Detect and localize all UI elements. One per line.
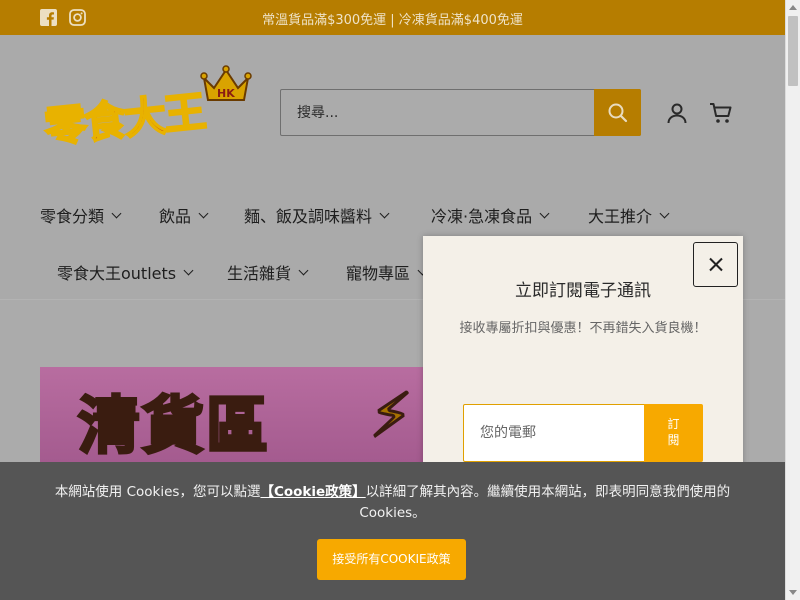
- nav-pets[interactable]: 寵物專區: [346, 260, 428, 284]
- chevron-down-icon: [183, 265, 194, 276]
- nav-label: 冷凍·急凍食品: [431, 207, 533, 226]
- email-field[interactable]: [463, 404, 645, 462]
- shipping-announcement: 常溫貨品滿$300免運 | 冷凍貨品滿$400免運: [262, 13, 523, 28]
- cart-icon: [710, 103, 732, 123]
- subscribe-label: 訂閱: [667, 417, 680, 447]
- chevron-down-icon: [379, 208, 390, 219]
- nav-label: 麵、飯及調味醬料: [244, 207, 373, 226]
- popup-title: 立即訂閱電子通訊: [515, 281, 651, 301]
- page: 常溫貨品滿$300免運 | 冷凍貨品滿$400免運 HK 零食大王 搜尋... …: [0, 0, 785, 600]
- scroll-up-arrow[interactable]: [789, 5, 797, 10]
- site-logo[interactable]: HK 零食大王: [38, 60, 260, 160]
- nav-label: 零食大王outlets: [57, 264, 177, 283]
- cookie-banner: 本網站使用 Cookies，您可以點選【Cookie政策】以詳細了解其內容。繼續…: [0, 462, 785, 600]
- accept-cookies-button[interactable]: 接受所有COOKIE政策: [317, 539, 466, 580]
- nav-household[interactable]: 生活雜貨: [227, 260, 309, 284]
- popup-description: 接收專屬折扣與優惠！不再錯失入貨良機！: [459, 321, 707, 336]
- banner-title: 清貨區: [76, 388, 271, 464]
- lightning-icon: ⚡: [368, 380, 413, 453]
- search-bar: [280, 89, 641, 136]
- newsletter-popup: 立即訂閱電子通訊 接收專屬折扣與優惠！不再錯失入貨良機！ 訂閱: [423, 236, 743, 476]
- scroll-down-arrow[interactable]: [789, 590, 797, 595]
- cookie-message: 本網站使用 Cookies，您可以點選【Cookie政策】以詳細了解其內容。繼續…: [20, 482, 765, 524]
- announcement-bar: 常溫貨品滿$300免運 | 冷凍貨品滿$400免運: [0, 0, 785, 35]
- nav-drinks[interactable]: 飲品: [159, 203, 209, 227]
- nav-label: 大王推介: [588, 207, 653, 226]
- nav-noodles-rice-sauces[interactable]: 麵、飯及調味醬料: [244, 203, 390, 227]
- search-button[interactable]: [594, 89, 641, 136]
- account-button[interactable]: [665, 101, 689, 125]
- nav-frozen-food[interactable]: 冷凍·急凍食品: [431, 203, 550, 227]
- clearance-banner[interactable]: 清貨區 ⚡: [40, 367, 435, 467]
- cookie-policy-link[interactable]: 【Cookie政策】: [260, 484, 365, 500]
- scrollbar[interactable]: [785, 0, 800, 600]
- chevron-down-icon: [298, 265, 309, 276]
- chevron-down-icon: [539, 208, 550, 219]
- cookie-text-end: 以詳細了解其內容。繼續使用本網站，即表明同意我們使用的 Cookies。: [359, 484, 731, 521]
- nav-label: 飲品: [159, 207, 192, 226]
- chevron-down-icon: [198, 208, 209, 219]
- logo-text: 零食大王: [41, 86, 207, 153]
- nav-label: 生活雜貨: [227, 264, 292, 283]
- chevron-down-icon: [111, 208, 122, 219]
- nav-snack-categories[interactable]: 零食分類: [40, 203, 122, 227]
- nav-outlets[interactable]: 零食大王outlets: [57, 260, 194, 284]
- user-icon: [667, 103, 687, 124]
- cart-button[interactable]: [709, 101, 733, 125]
- nav-king-recommends[interactable]: 大王推介: [588, 203, 670, 227]
- crown-icon: HK: [200, 65, 252, 101]
- search-input[interactable]: [281, 90, 595, 135]
- nav-label: 寵物專區: [346, 264, 411, 283]
- chevron-down-icon: [659, 208, 670, 219]
- scrollbar-thumb[interactable]: [788, 16, 798, 86]
- subscribe-button[interactable]: 訂閱: [644, 404, 703, 462]
- search-icon: [608, 103, 628, 123]
- cookie-text-start: 本網站使用 Cookies，您可以點選: [54, 484, 261, 500]
- logo-badge: HK: [217, 87, 235, 100]
- nav-label: 零食分類: [40, 207, 105, 226]
